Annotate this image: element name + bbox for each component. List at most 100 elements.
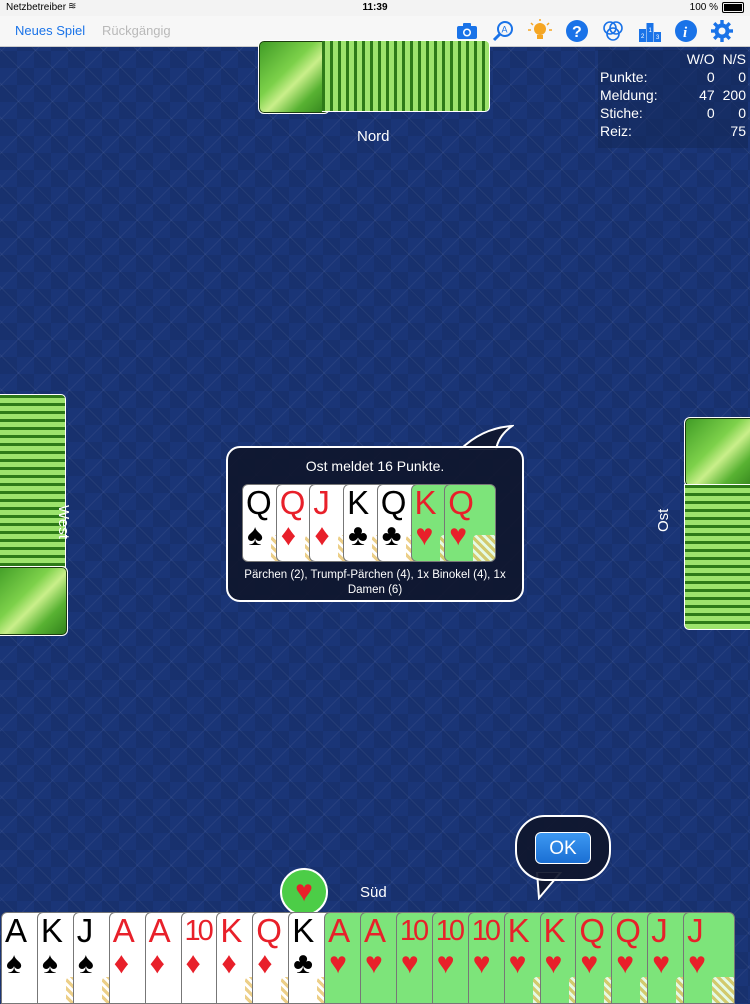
score-wo (677, 122, 715, 140)
card-rank: Q (380, 484, 407, 521)
card-suit-icon: ♥ (365, 947, 383, 980)
card-rank: K (507, 912, 530, 949)
card-rank: K (414, 484, 437, 521)
card-suit-icon: ♥ (688, 947, 706, 980)
card-suit-icon: ♥ (449, 519, 467, 552)
card-rank: Q (579, 912, 605, 949)
new-game-button[interactable]: Neues Spiel (15, 23, 85, 38)
search-hint-icon[interactable]: A (491, 19, 515, 43)
meld-description: Pärchen (2), Trumpf-Pärchen (4), 1x Bino… (244, 569, 506, 596)
card-rank: A (148, 912, 171, 949)
card-rank: A (112, 912, 135, 949)
card-rank: K (347, 484, 369, 521)
score-label: Meldung: (600, 87, 658, 103)
card-suit-icon: ♣ (348, 519, 368, 552)
card-suit-icon: ♥ (436, 947, 455, 980)
card-rank: J (76, 912, 93, 949)
card-suit-icon: ♥ (616, 947, 635, 980)
playing-card[interactable]: Q ♥ (444, 484, 497, 562)
score-header-empty (600, 50, 677, 68)
gear-icon[interactable] (710, 19, 734, 43)
score-header-ns: N/S (722, 51, 746, 67)
card-suit-icon: ♦ (113, 947, 129, 980)
clock: 11:39 (362, 2, 388, 13)
card-rank: K (220, 912, 242, 949)
card-back-stack (0, 394, 66, 570)
status-bar: Netzbetreiber ≋ 11:39 100 % (0, 0, 750, 16)
card-suit-icon: ♦ (257, 947, 273, 980)
card-rank: 10 (471, 915, 501, 947)
card-rank: Q (246, 484, 272, 521)
heart-icon: ♥ (295, 875, 313, 908)
card-rank: A (364, 912, 386, 949)
card-back (0, 566, 68, 636)
card-rank: 10 (435, 915, 465, 947)
card-rank: 10 (399, 915, 429, 947)
face-art (473, 535, 496, 561)
score-header-wo: W/O (686, 51, 715, 67)
score-wo: 0 (706, 69, 715, 85)
score-label: Punkte: (600, 69, 648, 85)
card-suit-icon: ♥ (544, 947, 563, 980)
trump-indicator: ♥ (280, 868, 328, 916)
battery-icon (722, 2, 744, 13)
ok-button[interactable]: OK (535, 832, 591, 864)
card-rank: 10 (184, 915, 214, 947)
playing-card[interactable]: J ♥ (683, 912, 736, 1004)
card-suit-icon: ♥ (580, 947, 599, 980)
score-wo: 0 (706, 105, 715, 121)
card-rank: Q (615, 912, 641, 949)
card-back-stack (684, 484, 750, 630)
card-rank: A (5, 912, 27, 949)
card-suit-icon: ♦ (280, 519, 296, 552)
card-rank: A (328, 912, 350, 949)
card-suit-icon: ♠ (247, 519, 263, 552)
card-suit-icon: ♠ (6, 947, 22, 980)
card-rank: K (543, 912, 566, 949)
card-rank: Q (279, 484, 306, 521)
card-back-stack (322, 40, 490, 112)
help-icon[interactable]: ? (565, 19, 589, 43)
card-rank: Q (448, 484, 474, 521)
card-rank: K (292, 912, 314, 949)
card-rank: J (313, 484, 329, 521)
scoreboard: W/O N/S Punkte: 0 0 Meldung: 47 200 Stic… (598, 50, 748, 148)
lightbulb-icon[interactable] (528, 19, 552, 43)
player-label-east: Ost (655, 508, 672, 532)
undo-button[interactable]: Rückgängig (102, 23, 171, 38)
card-back (684, 417, 750, 487)
card-suit-icon: ♥ (472, 947, 491, 980)
player-label-south: Süd (360, 884, 387, 901)
card-suit-icon: ♦ (314, 519, 330, 552)
card-suit-icon: ♥ (400, 947, 419, 980)
meld-title: Ost meldet 16 Punkte. (305, 458, 445, 474)
card-suit-icon: ♠ (41, 947, 58, 980)
card-suit-icon: ♦ (185, 947, 201, 980)
player-label-north: Nord (357, 128, 390, 145)
card-suit-icon: ♣ (381, 519, 402, 552)
card-suit-icon: ♥ (508, 947, 527, 980)
score-label: Stiche: (600, 105, 643, 121)
battery-indicator: 100 % (690, 2, 744, 13)
meld-bubble: Ost meldet 16 Punkte. Q ♠ Q ♦ J ♦ K ♣ Q ♣ K ♥ Q ♥ Pär… (226, 446, 524, 602)
card-back (258, 40, 330, 114)
svg-text:A: A (502, 25, 508, 35)
card-rank: Q (256, 912, 282, 949)
card-suit-icon: ♥ (652, 947, 670, 980)
card-rank: K (40, 912, 63, 949)
score-ns: 200 (722, 87, 746, 103)
score-ns: 75 (730, 123, 746, 139)
card-suit-icon: ♥ (415, 519, 434, 552)
card-suit-icon: ♣ (293, 947, 313, 980)
ranking-icon[interactable]: 213 (638, 19, 662, 43)
score-label: Reiz: (600, 123, 632, 139)
player-label-west: West (55, 505, 72, 539)
card-rank: J (651, 912, 667, 949)
card-rank: J (687, 912, 703, 949)
card-suit-icon: ♦ (221, 947, 237, 980)
card-suit-icon: ♠ (77, 947, 94, 980)
circles-icon[interactable] (601, 19, 625, 43)
svg-text:?: ? (572, 24, 582, 41)
info-icon[interactable]: i (674, 19, 698, 43)
score-ns: 0 (738, 69, 746, 85)
